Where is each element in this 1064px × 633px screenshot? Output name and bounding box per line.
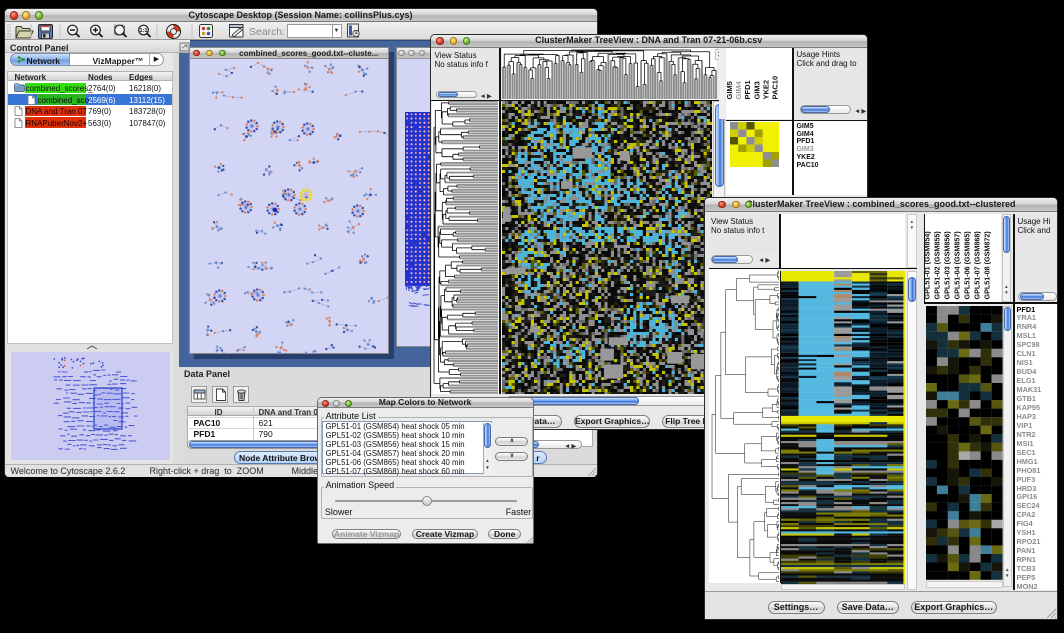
svg-text:GPL51-03 (GSM856): GPL51-03 (GSM856) (943, 231, 952, 300)
svg-text:GIM5: GIM5 (726, 81, 734, 99)
svg-text:GPL51-08 (GSM872): GPL51-08 (GSM872) (983, 231, 992, 300)
svg-text:PAC10: PAC10 (771, 76, 780, 100)
svg-text:GPL51-04 (GSM857): GPL51-04 (GSM857) (953, 231, 962, 300)
svg-text:GIM4: GIM4 (734, 80, 743, 99)
svg-text:GPL51-06 (GSM865): GPL51-06 (GSM865) (963, 231, 972, 300)
svg-text:1:1: 1:1 (139, 28, 147, 34)
svg-text:Search:: Search: (249, 26, 285, 38)
svg-text:YKE2: YKE2 (762, 80, 771, 100)
svg-text:GIM3: GIM3 (753, 81, 762, 99)
svg-text:PFD1: PFD1 (743, 80, 752, 99)
svg-text:GPL51-07 (GSM868): GPL51-07 (GSM868) (973, 231, 982, 300)
svg-text:GPL51-02 (GSM855): GPL51-02 (GSM855) (933, 231, 942, 300)
svg-text:GPL51-01 (GSM854): GPL51-01 (GSM854) (925, 231, 932, 300)
